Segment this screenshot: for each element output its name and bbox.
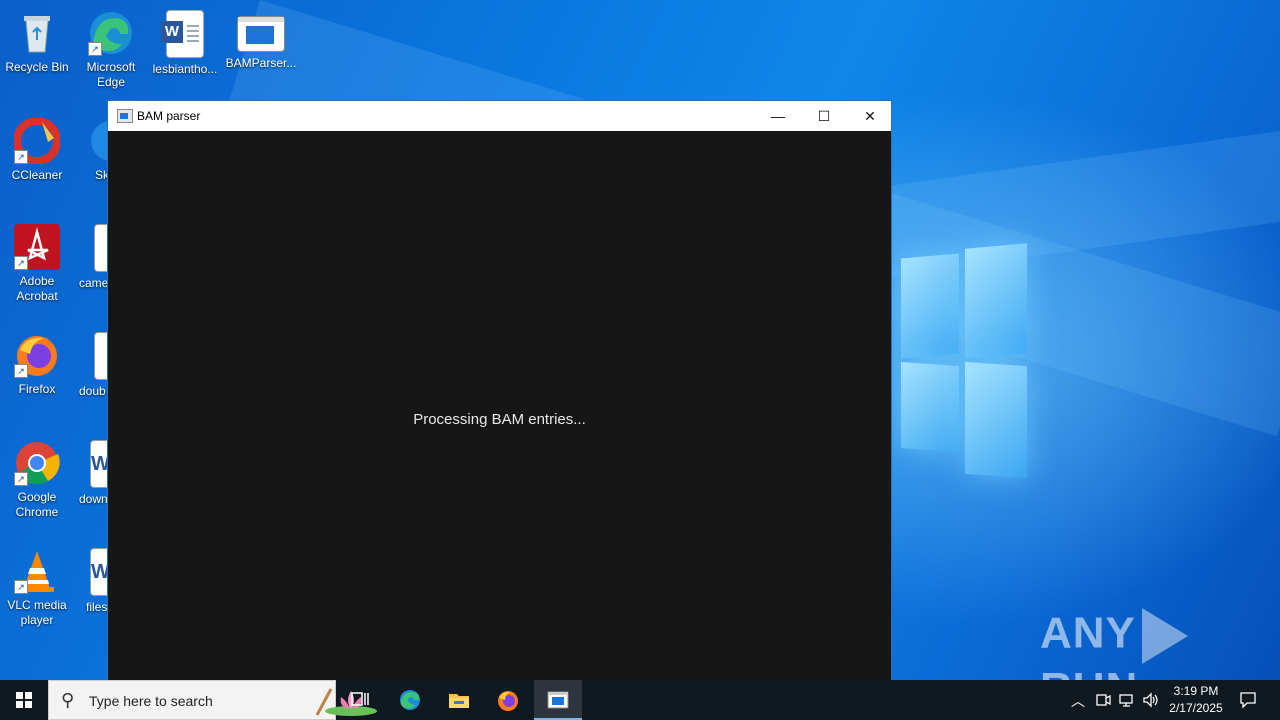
- edge-icon: [400, 690, 420, 710]
- show-hidden-icons-chevron-icon[interactable]: ︿: [1071, 691, 1085, 711]
- shortcut-arrow-icon: ↗: [14, 150, 28, 164]
- desktop-icon-microsoft-edge[interactable]: ↗ Microsoft Edge: [74, 10, 148, 90]
- action-center-button[interactable]: [1232, 680, 1272, 720]
- network-icon[interactable]: [1119, 692, 1135, 708]
- desktop-icon-label: Google Chrome: [15, 490, 59, 519]
- desktop-icon-label: VLC media player: [7, 598, 67, 627]
- notification-icon: [1240, 692, 1256, 709]
- word-document-icon: W: [161, 10, 204, 58]
- ccleaner-icon: ↗: [13, 117, 61, 165]
- firefox-icon: ↗: [14, 332, 60, 378]
- window-content: Processing BAM entries...: [108, 131, 891, 691]
- desktop-icon-label: Recycle Bin: [5, 60, 69, 74]
- watermark-text: ANY: [1040, 608, 1136, 658]
- play-triangle-icon: [1141, 608, 1188, 664]
- desktop-icon-recycle-bin[interactable]: Recycle Bin: [0, 10, 74, 75]
- desktop-icon-partial[interactable]: W files: [74, 548, 107, 615]
- taskbar-edge-button[interactable]: [386, 680, 434, 720]
- desktop-icon-label: Firefox: [18, 382, 56, 396]
- clock-time: 3:19 PM: [1173, 684, 1219, 698]
- desktop-icon-label: Adobe Acrobat: [16, 274, 58, 303]
- image-file-icon: [94, 332, 107, 380]
- word-document-icon: W: [90, 440, 107, 488]
- desktop-icon-partial[interactable]: W down: [74, 440, 107, 507]
- adobe-acrobat-icon: ↗: [14, 224, 60, 270]
- chrome-icon: ↗: [14, 440, 60, 486]
- desktop-icon-partial[interactable]: doub: [74, 332, 107, 399]
- shortcut-arrow-icon: ↗: [14, 472, 28, 486]
- desktop-icon-label: Sk: [95, 168, 107, 182]
- vlc-cone-icon: ↗: [14, 548, 60, 594]
- edge-icon: ↗: [88, 10, 134, 56]
- windows-start-icon: [16, 692, 32, 708]
- desktop-icon-partial[interactable]: came: [74, 224, 107, 291]
- task-view-icon: [351, 692, 369, 706]
- desktop-icon-word-document[interactable]: W lesbiantho...: [148, 10, 222, 77]
- taskbar: ⚲ Type here to search ︿ 3:19 PM 2/17/202…: [0, 680, 1280, 720]
- desktop-icon-google-chrome[interactable]: ↗ Google Chrome: [0, 440, 74, 520]
- desktop-icon-label: Microsoft Edge: [86, 60, 136, 89]
- bam-parser-window[interactable]: BAM parser — ☐ ✕ Processing BAM entries.…: [107, 100, 892, 692]
- word-document-icon: W: [90, 548, 107, 596]
- desktop-icon-label: came: [79, 276, 107, 290]
- shortcut-arrow-icon: ↗: [14, 580, 28, 594]
- watermark-text: RUN: [1040, 664, 1138, 680]
- window-titlebar[interactable]: BAM parser — ☐ ✕: [108, 101, 891, 131]
- taskbar-search-box[interactable]: ⚲ Type here to search: [48, 680, 377, 720]
- desktop-icon-label: BAMParser...: [225, 56, 297, 70]
- processing-status-text: Processing BAM entries...: [413, 411, 586, 428]
- desktop-icon-ccleaner[interactable]: ↗ CCleaner: [0, 117, 74, 183]
- folder-icon: [449, 694, 469, 708]
- desktop-icon-firefox[interactable]: ↗ Firefox: [0, 332, 74, 397]
- desktop-icon-partial[interactable]: Sk: [74, 118, 107, 183]
- taskbar-bam-parser-button[interactable]: [534, 680, 582, 720]
- search-icon: ⚲: [61, 690, 75, 710]
- bamparser-app-icon: [237, 16, 285, 52]
- clock-date: 2/17/2025: [1169, 701, 1223, 715]
- minimize-button[interactable]: —: [755, 101, 801, 131]
- close-button[interactable]: ✕: [847, 101, 893, 131]
- desktop-icon-label: CCleaner: [11, 168, 63, 182]
- anyrun-watermark: ANY RUN: [1040, 608, 1280, 680]
- shortcut-arrow-icon: ↗: [14, 256, 28, 270]
- bamparser-app-icon: [547, 691, 569, 709]
- desktop-icon-label: files: [86, 600, 107, 614]
- image-file-icon: [94, 224, 107, 272]
- task-view-button[interactable]: [336, 680, 384, 720]
- windows-logo-wallpaper: [893, 242, 1029, 482]
- volume-icon[interactable]: [1142, 692, 1160, 708]
- taskbar-firefox-button[interactable]: [484, 680, 532, 720]
- desktop-icon-label: lesbiantho...: [152, 62, 218, 76]
- start-button[interactable]: [0, 680, 48, 720]
- search-placeholder: Type here to search: [89, 693, 213, 709]
- meet-now-icon[interactable]: [1095, 692, 1111, 708]
- desktop-icon-bamparser[interactable]: BAMParser...: [224, 10, 298, 71]
- app-window-icon: [117, 109, 133, 123]
- shortcut-icon: [88, 118, 107, 164]
- desktop-icon-adobe-acrobat[interactable]: ↗ Adobe Acrobat: [0, 224, 74, 304]
- taskbar-file-explorer-button[interactable]: [435, 680, 483, 720]
- firefox-icon: [498, 691, 518, 711]
- maximize-button[interactable]: ☐: [801, 101, 847, 131]
- desktop-icon-vlc[interactable]: ↗ VLC media player: [0, 548, 74, 628]
- recycle-bin-icon: [14, 10, 60, 56]
- desktop-icon-label: down: [79, 492, 107, 506]
- taskbar-clock[interactable]: 3:19 PM 2/17/2025: [1160, 683, 1232, 717]
- window-title: BAM parser: [137, 109, 201, 123]
- shortcut-arrow-icon: ↗: [14, 364, 28, 378]
- shortcut-arrow-icon: ↗: [88, 42, 102, 56]
- desktop-icon-label: doub: [79, 384, 106, 398]
